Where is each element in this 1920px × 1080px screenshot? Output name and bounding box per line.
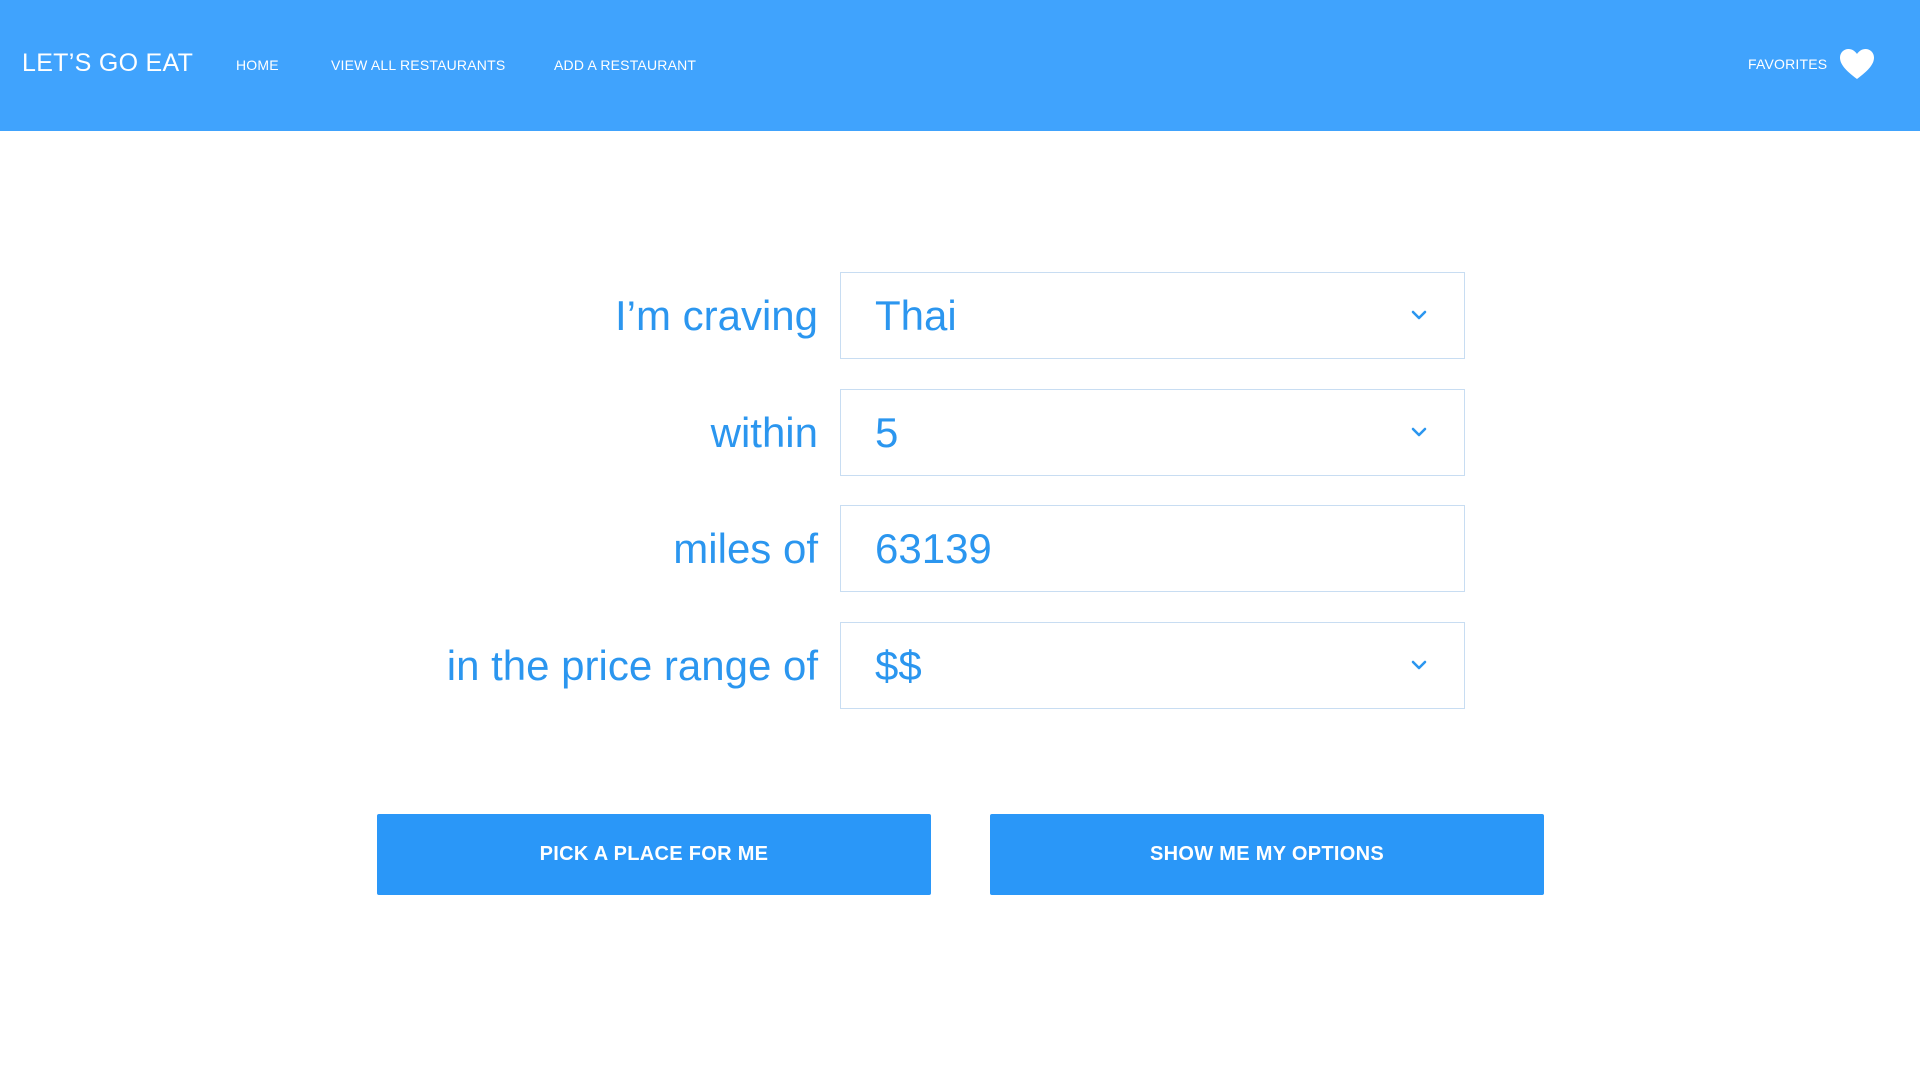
craving-row: I’m craving Thai bbox=[0, 272, 1920, 359]
brand-logo[interactable]: LET’S GO EAT bbox=[22, 49, 193, 78]
price-label: in the price range of bbox=[446, 641, 818, 689]
nav-home-link[interactable]: HOME bbox=[236, 57, 279, 73]
chevron-down-icon bbox=[1411, 427, 1427, 437]
heart-icon bbox=[1840, 49, 1875, 79]
distance-select-value: 5 bbox=[875, 408, 899, 456]
cuisine-select[interactable]: Thai bbox=[840, 272, 1465, 359]
nav-view-all-restaurants-link[interactable]: VIEW ALL RESTAURANTS bbox=[331, 57, 505, 73]
distance-select[interactable]: 5 bbox=[840, 389, 1465, 476]
show-options-button[interactable]: SHOW ME MY OPTIONS bbox=[990, 814, 1544, 895]
distance-label: within bbox=[710, 408, 818, 456]
nav-add-restaurant-link[interactable]: ADD A RESTAURANT bbox=[554, 57, 696, 73]
price-range-select[interactable]: $$ bbox=[840, 622, 1465, 709]
chevron-down-icon bbox=[1411, 310, 1427, 320]
distance-row: within 5 bbox=[0, 389, 1920, 476]
craving-label: I’m craving bbox=[614, 291, 818, 339]
favorites-link[interactable]: FAVORITES bbox=[1748, 47, 1875, 81]
cuisine-select-value: Thai bbox=[875, 291, 957, 339]
zip-code-value: 63139 bbox=[875, 524, 992, 572]
pick-a-place-button[interactable]: PICK A PLACE FOR ME bbox=[377, 814, 931, 895]
top-nav-bar: LET’S GO EAT HOME VIEW ALL RESTAURANTS A… bbox=[0, 0, 1920, 131]
price-range-select-value: $$ bbox=[875, 641, 922, 689]
zip-code-input[interactable]: 63139 bbox=[840, 505, 1465, 592]
location-label: miles of bbox=[673, 524, 818, 572]
chevron-down-icon bbox=[1411, 660, 1427, 670]
price-row: in the price range of $$ bbox=[0, 622, 1920, 709]
favorites-label: FAVORITES bbox=[1748, 56, 1828, 72]
location-row: miles of 63139 bbox=[0, 505, 1920, 592]
